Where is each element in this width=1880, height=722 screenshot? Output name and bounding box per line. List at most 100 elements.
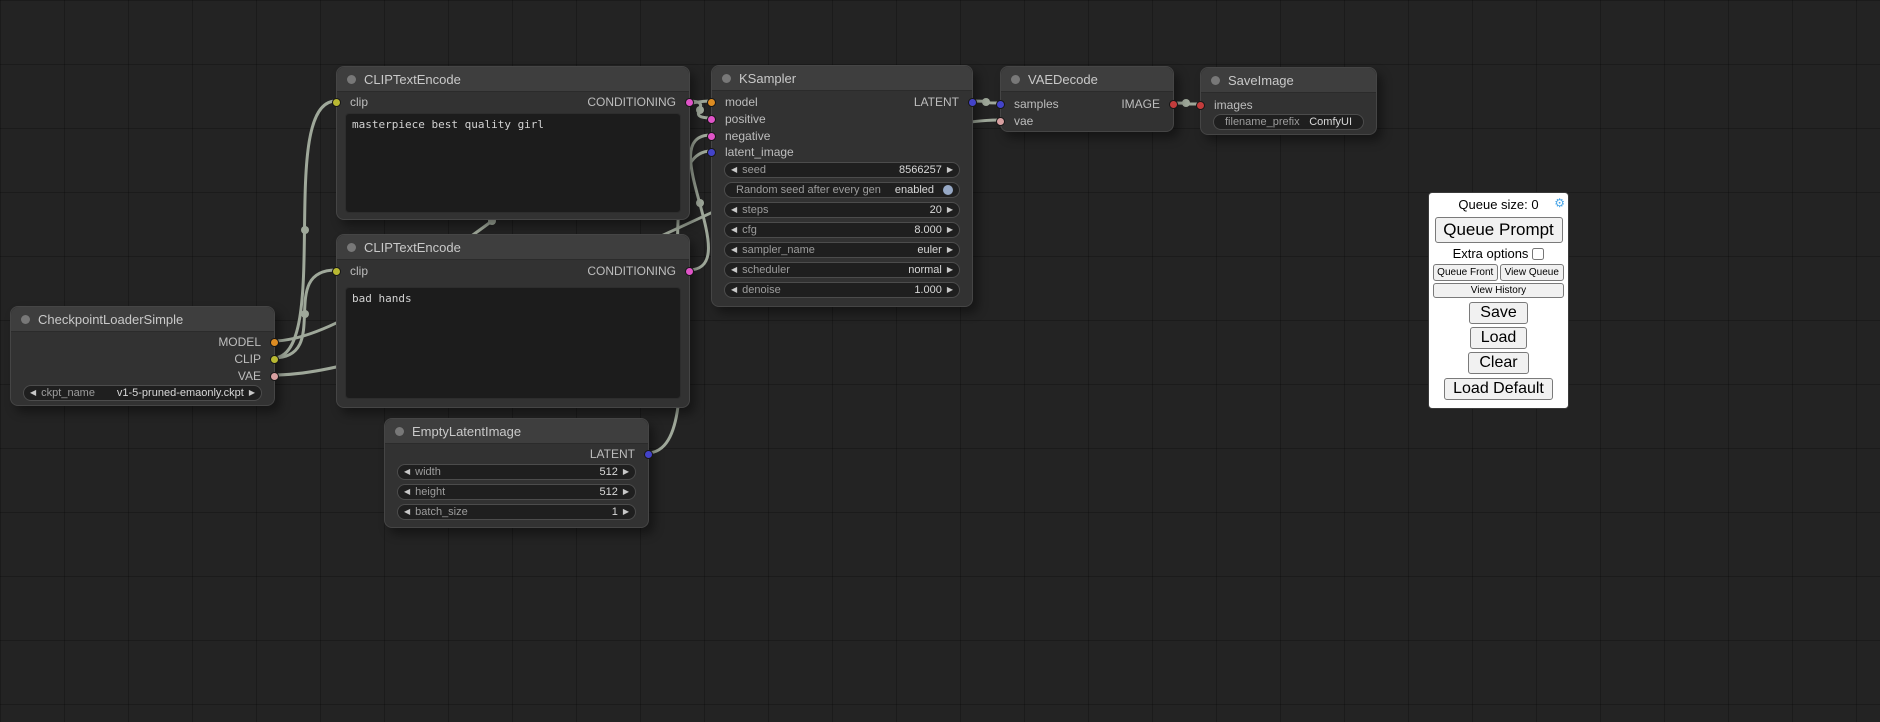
- output-dot-latent[interactable]: [644, 450, 653, 459]
- load-button[interactable]: Load: [1470, 327, 1528, 349]
- save-button[interactable]: Save: [1469, 302, 1527, 324]
- prompt-text-input[interactable]: bad hands: [345, 287, 681, 399]
- node-status-dot: [1211, 76, 1220, 85]
- output-dot-vae[interactable]: [270, 372, 279, 381]
- widget-height[interactable]: ◀ height 512 ▶: [397, 484, 636, 500]
- output-dot-image[interactable]: [1169, 100, 1178, 109]
- node-title-bar[interactable]: CLIPTextEncode: [337, 235, 689, 260]
- output-label-clip: CLIP: [234, 351, 261, 367]
- settings-gear-icon[interactable]: ⚙: [1554, 196, 1565, 210]
- input-dot-clip[interactable]: [332, 98, 341, 107]
- input-dot-positive[interactable]: [707, 115, 716, 124]
- widget-name: height: [415, 486, 445, 498]
- widget-value: 20: [930, 204, 942, 216]
- increment-arrow-icon[interactable]: ▶: [623, 485, 629, 499]
- node-vae-decode[interactable]: VAEDecode samples vae IMAGE: [1000, 66, 1174, 132]
- node-graph-canvas[interactable]: CheckpointLoaderSimple MODEL CLIP VAE ◀ …: [0, 0, 1880, 722]
- widget-value: 512: [599, 466, 617, 478]
- extra-options-checkbox[interactable]: [1532, 248, 1544, 260]
- prompt-text-input[interactable]: masterpiece best quality girl: [345, 113, 681, 213]
- input-dot-negative[interactable]: [707, 132, 716, 141]
- widget-name: steps: [742, 204, 768, 216]
- increment-arrow-icon[interactable]: ▶: [249, 386, 255, 400]
- queue-size-row: Queue size: 0 ⚙: [1433, 195, 1564, 215]
- increment-arrow-icon[interactable]: ▶: [947, 163, 953, 177]
- queue-prompt-button[interactable]: Queue Prompt: [1435, 217, 1563, 243]
- widget-sampler-name[interactable]: ◀ sampler_name euler ▶: [724, 242, 960, 258]
- view-history-button[interactable]: View History: [1433, 283, 1564, 298]
- input-dot-clip[interactable]: [332, 267, 341, 276]
- output-label-vae: VAE: [238, 368, 261, 384]
- widget-denoise[interactable]: ◀ denoise 1.000 ▶: [724, 282, 960, 298]
- node-status-dot: [1011, 75, 1020, 84]
- view-queue-button[interactable]: View Queue: [1500, 264, 1565, 281]
- widget-name: width: [415, 466, 441, 478]
- input-label-images: images: [1214, 97, 1253, 113]
- node-ksampler[interactable]: KSampler model positive negative latent_…: [711, 65, 973, 307]
- output-dot-clip[interactable]: [270, 355, 279, 364]
- load-default-button[interactable]: Load Default: [1444, 378, 1553, 400]
- widget-steps[interactable]: ◀ steps 20 ▶: [724, 202, 960, 218]
- node-title-bar[interactable]: CLIPTextEncode: [337, 67, 689, 92]
- node-title-bar[interactable]: KSampler: [712, 66, 972, 91]
- decrement-arrow-icon[interactable]: ◀: [731, 263, 737, 277]
- link-clip-to-positive-encode: [273, 101, 336, 358]
- node-empty-latent-image[interactable]: EmptyLatentImage LATENT ◀ width 512 ▶ ◀ …: [384, 418, 649, 528]
- input-dot-samples[interactable]: [996, 100, 1005, 109]
- increment-arrow-icon[interactable]: ▶: [947, 223, 953, 237]
- decrement-arrow-icon[interactable]: ◀: [731, 283, 737, 297]
- widget-name: Random seed after every gen: [736, 184, 881, 196]
- widget-filename-prefix[interactable]: filename_prefix ComfyUI: [1213, 114, 1364, 130]
- widget-scheduler[interactable]: ◀ scheduler normal ▶: [724, 262, 960, 278]
- decrement-arrow-icon[interactable]: ◀: [731, 163, 737, 177]
- input-dot-vae[interactable]: [996, 117, 1005, 126]
- extra-options-label: Extra options: [1453, 246, 1529, 261]
- increment-arrow-icon[interactable]: ▶: [947, 283, 953, 297]
- increment-arrow-icon[interactable]: ▶: [947, 263, 953, 277]
- decrement-arrow-icon[interactable]: ◀: [404, 505, 410, 519]
- clear-button[interactable]: Clear: [1468, 352, 1528, 374]
- output-dot-conditioning[interactable]: [685, 98, 694, 107]
- widget-name: sampler_name: [742, 244, 815, 256]
- output-dot-conditioning[interactable]: [685, 267, 694, 276]
- output-dot-model[interactable]: [270, 338, 279, 347]
- node-clip-text-encode-positive[interactable]: CLIPTextEncode clip CONDITIONING masterp…: [336, 66, 690, 220]
- widget-random-seed[interactable]: Random seed after every gen enabled: [724, 182, 960, 198]
- widget-batch-size[interactable]: ◀ batch_size 1 ▶: [397, 504, 636, 520]
- decrement-arrow-icon[interactable]: ◀: [731, 203, 737, 217]
- queue-front-button[interactable]: Queue Front: [1433, 264, 1498, 281]
- widget-ckpt-name[interactable]: ◀ ckpt_name v1-5-pruned-emaonly.ckpt ▶: [23, 385, 262, 401]
- increment-arrow-icon[interactable]: ▶: [623, 505, 629, 519]
- widget-value: v1-5-pruned-emaonly.ckpt: [117, 387, 244, 399]
- node-title-bar[interactable]: VAEDecode: [1001, 67, 1173, 92]
- node-title: KSampler: [739, 71, 796, 86]
- decrement-arrow-icon[interactable]: ◀: [731, 243, 737, 257]
- input-dot-images[interactable]: [1196, 101, 1205, 110]
- input-label-negative: negative: [725, 128, 770, 144]
- output-dot-latent[interactable]: [968, 98, 977, 107]
- widget-width[interactable]: ◀ width 512 ▶: [397, 464, 636, 480]
- node-title-bar[interactable]: EmptyLatentImage: [385, 419, 648, 444]
- node-title: CLIPTextEncode: [364, 240, 461, 255]
- input-dot-model[interactable]: [707, 98, 716, 107]
- decrement-arrow-icon[interactable]: ◀: [404, 465, 410, 479]
- node-clip-text-encode-negative[interactable]: CLIPTextEncode clip CONDITIONING bad han…: [336, 234, 690, 408]
- widget-seed[interactable]: ◀ seed 8566257 ▶: [724, 162, 960, 178]
- node-save-image[interactable]: SaveImage images filename_prefix ComfyUI: [1200, 67, 1377, 135]
- random-seed-toggle-icon[interactable]: [943, 185, 953, 195]
- node-title: VAEDecode: [1028, 72, 1098, 87]
- widget-cfg[interactable]: ◀ cfg 8.000 ▶: [724, 222, 960, 238]
- decrement-arrow-icon[interactable]: ◀: [404, 485, 410, 499]
- node-checkpoint-loader-simple[interactable]: CheckpointLoaderSimple MODEL CLIP VAE ◀ …: [10, 306, 275, 406]
- increment-arrow-icon[interactable]: ▶: [623, 465, 629, 479]
- node-title-bar[interactable]: CheckpointLoaderSimple: [11, 307, 274, 332]
- widget-value: 1.000: [914, 284, 942, 296]
- node-title-bar[interactable]: SaveImage: [1201, 68, 1376, 93]
- increment-arrow-icon[interactable]: ▶: [947, 243, 953, 257]
- decrement-arrow-icon[interactable]: ◀: [30, 386, 36, 400]
- widget-value: normal: [908, 264, 942, 276]
- decrement-arrow-icon[interactable]: ◀: [731, 223, 737, 237]
- increment-arrow-icon[interactable]: ▶: [947, 203, 953, 217]
- queue-size-label: Queue size: 0: [1458, 197, 1538, 212]
- input-dot-latent-image[interactable]: [707, 148, 716, 157]
